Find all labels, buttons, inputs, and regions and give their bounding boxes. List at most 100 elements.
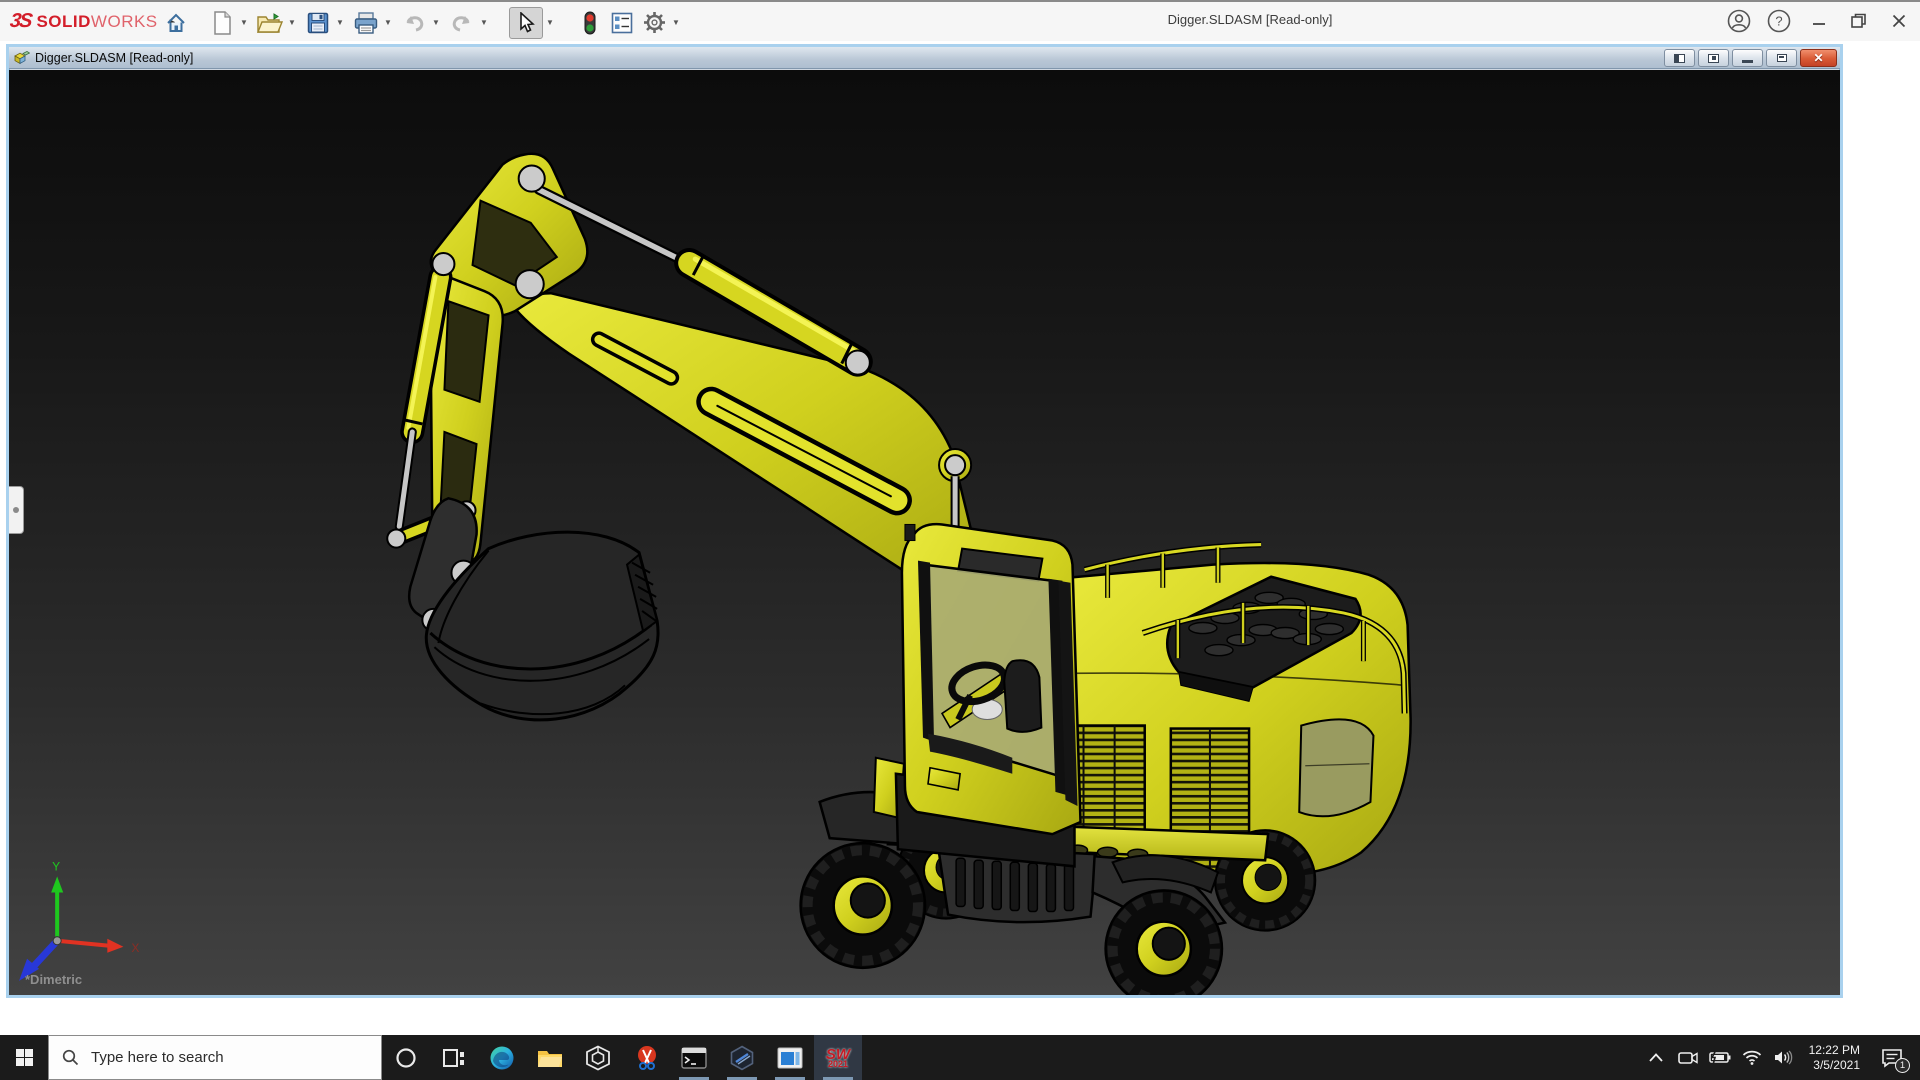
doc-close-icon: ✕ (1813, 52, 1823, 64)
taskbar-item-task-view[interactable] (430, 1035, 478, 1080)
undo-icon (402, 13, 426, 33)
taskbar-item-file-explorer[interactable] (526, 1035, 574, 1080)
pane-right-icon (1708, 54, 1719, 63)
wifi-icon (1742, 1050, 1762, 1065)
doc-restore-icon (1777, 54, 1787, 62)
3d-viewer-icon (585, 1045, 611, 1071)
doc-minimize-icon (1742, 60, 1753, 63)
tray-chevron-button[interactable] (1643, 1035, 1669, 1080)
notification-badge: 1 (1895, 1058, 1910, 1073)
display-list-icon (611, 12, 633, 34)
terminal-icon (681, 1047, 707, 1069)
digger-model[interactable]: Y X (9, 70, 1840, 995)
doc-pane-left-button[interactable] (1664, 49, 1695, 67)
gear-icon (643, 11, 666, 34)
open-dropdown[interactable]: ▼ (286, 7, 298, 39)
print-button[interactable] (351, 7, 381, 39)
select-tool-dropdown[interactable]: ▼ (544, 7, 556, 39)
restore-icon (1850, 12, 1868, 30)
wheel-rear-outer[interactable] (1106, 890, 1222, 995)
document-window: Digger.SLDASM [Read-only] ✕ (6, 44, 1843, 998)
taskbar-item-snip-app[interactable] (622, 1035, 670, 1080)
taskbar-item-hexagon-app[interactable] (718, 1035, 766, 1080)
cab[interactable] (896, 524, 1081, 866)
redo-icon (450, 13, 474, 33)
wheel-front-outer[interactable] (801, 843, 925, 968)
search-input[interactable]: Type here to search (48, 1035, 382, 1080)
brand-solid: SOLID (36, 12, 90, 31)
open-button[interactable] (255, 7, 285, 39)
tray-volume-button[interactable] (1771, 1035, 1797, 1080)
windows-logo-icon (16, 1049, 33, 1066)
search-icon (62, 1049, 79, 1066)
new-document-dropdown[interactable]: ▼ (238, 7, 250, 39)
undo-dropdown[interactable]: ▼ (430, 7, 442, 39)
taskbar-item-solidworks[interactable]: SW 2021 (814, 1035, 862, 1080)
cortana-icon (395, 1047, 417, 1069)
document-titlebar[interactable]: Digger.SLDASM [Read-only] ✕ (9, 47, 1840, 69)
assembly-icon (14, 50, 30, 65)
taskbar-item-cortana[interactable] (382, 1035, 430, 1080)
tray-battery-button[interactable] (1707, 1035, 1733, 1080)
options-button[interactable] (639, 7, 669, 39)
print-dropdown[interactable]: ▼ (382, 7, 394, 39)
file-explorer-icon (537, 1047, 563, 1069)
doc-close-button[interactable]: ✕ (1800, 49, 1837, 67)
chevron-up-icon (1649, 1053, 1663, 1062)
graphics-viewport[interactable]: Y X *Dimetric (9, 70, 1840, 995)
help-button[interactable]: ? (1764, 6, 1794, 36)
battery-icon (1709, 1051, 1731, 1064)
solidworks-taskbar-icon: SW 2021 (826, 1047, 850, 1069)
redo-button[interactable] (447, 7, 477, 39)
system-tray: 12:22 PM 3/5/2021 1 (1643, 1035, 1920, 1080)
undo-button[interactable] (399, 7, 429, 39)
save-button[interactable] (303, 7, 333, 39)
triad-x-label: X (131, 941, 139, 955)
solidworks-logo: 3S SOLIDWORKS ▸ (10, 10, 175, 33)
featuremanager-splitter[interactable] (9, 486, 24, 534)
taskbar-item-terminal[interactable] (670, 1035, 718, 1080)
traffic-light-icon (584, 11, 596, 35)
doc-minimize-button[interactable] (1732, 49, 1763, 67)
scissors-app-icon (633, 1045, 659, 1071)
select-tool-button[interactable] (509, 7, 543, 39)
triad-y-label: Y (52, 859, 60, 873)
taskbar-item-3d-viewer[interactable] (574, 1035, 622, 1080)
open-folder-icon (257, 12, 283, 34)
app-window-title: Digger.SLDASM [Read-only] (1050, 12, 1450, 27)
doc-restore-button[interactable] (1766, 49, 1797, 67)
restore-button[interactable] (1844, 6, 1874, 36)
close-icon (1891, 13, 1907, 29)
new-document-button[interactable] (207, 7, 237, 39)
search-placeholder: Type here to search (91, 1049, 224, 1066)
home-button[interactable] (161, 7, 191, 39)
app-titlebar: 3S SOLIDWORKS ▸ ▼ ▼ (0, 0, 1920, 41)
pane-left-icon (1674, 54, 1685, 63)
taskbar-item-edge[interactable] (478, 1035, 526, 1080)
task-view-icon (442, 1047, 466, 1069)
tray-time: 12:22 PM (1809, 1043, 1860, 1058)
options-dropdown[interactable]: ▼ (670, 7, 682, 39)
brand-works: WORKS (91, 12, 158, 31)
minimize-button[interactable] (1804, 6, 1834, 36)
tray-date: 3/5/2021 (1809, 1058, 1860, 1073)
edge-icon (489, 1045, 515, 1071)
save-dropdown[interactable]: ▼ (334, 7, 346, 39)
appearance-button[interactable] (575, 7, 605, 39)
close-button[interactable] (1884, 6, 1914, 36)
display-list-button[interactable] (607, 7, 637, 39)
redo-dropdown[interactable]: ▼ (478, 7, 490, 39)
taskbar-item-window-app[interactable] (766, 1035, 814, 1080)
action-center-button[interactable]: 1 (1872, 1035, 1912, 1080)
account-icon (1727, 9, 1751, 33)
tray-wifi-button[interactable] (1739, 1035, 1765, 1080)
help-icon: ? (1767, 9, 1791, 33)
start-button[interactable] (0, 1035, 48, 1080)
tray-meet-now-button[interactable] (1675, 1035, 1701, 1080)
doc-pane-right-button[interactable] (1698, 49, 1729, 67)
window-app-icon (777, 1047, 803, 1069)
document-title: Digger.SLDASM [Read-only] (35, 51, 193, 65)
volume-icon (1774, 1050, 1793, 1065)
tray-clock[interactable]: 12:22 PM 3/5/2021 (1803, 1043, 1866, 1073)
account-button[interactable] (1724, 6, 1754, 36)
